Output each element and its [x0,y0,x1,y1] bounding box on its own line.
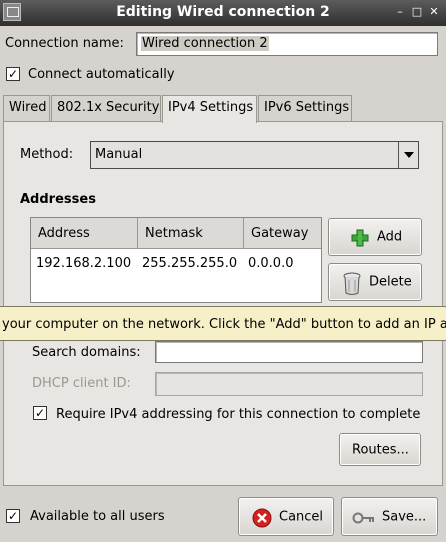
require-ipv4-checkbox[interactable]: ✓ [33,406,47,420]
checkmark-icon: ✓ [34,406,46,420]
connect-automatically-checkbox[interactable]: ✓ [6,67,20,81]
connection-name-value: Wired connection 2 [141,36,269,51]
tab-8021x-security[interactable]: 802.1x Security [51,95,161,122]
checkmark-icon: ✓ [7,509,19,523]
cancel-button[interactable]: Cancel [238,497,334,536]
search-domains-label: Search domains: [32,345,141,360]
addresses-table[interactable]: Address Netmask Gateway 192.168.2.100 25… [30,217,322,303]
add-button[interactable]: Add [328,218,422,256]
save-button-label: Save... [382,509,427,524]
connection-name-label: Connection name: [5,36,124,51]
cancel-icon [252,508,272,528]
require-ipv4-label: Require IPv4 addressing for this connect… [56,407,421,422]
tab-ipv6-settings-label: IPv6 Settings [264,100,350,115]
gateway-cell: 0.0.0.0 [248,256,294,271]
window-title: Editing Wired connection 2 [116,4,330,20]
method-value: Manual [95,147,143,162]
available-all-users-checkbox[interactable]: ✓ [6,509,20,523]
cancel-button-label: Cancel [279,509,324,524]
tooltip: your computer on the network. Click the … [0,306,446,341]
dhcp-client-id-input [155,372,423,396]
delete-button[interactable]: Delete [328,263,422,301]
available-all-users-label: Available to all users [30,509,165,524]
column-header-address[interactable]: Address [31,218,138,249]
search-domains-input[interactable] [155,341,423,363]
title-bar: Editing Wired connection 2 – □ ✕ [0,0,446,26]
add-icon [351,229,369,247]
checkmark-icon: ✓ [7,67,19,81]
connect-automatically-label: Connect automatically [28,67,175,82]
tab-wired[interactable]: Wired [3,95,50,122]
method-label: Method: [20,147,74,162]
tab-ipv6-settings[interactable]: IPv6 Settings [258,95,352,122]
ipv4-settings-panel [3,121,443,486]
method-select[interactable]: Manual [90,141,419,169]
delete-button-label: Delete [369,274,412,290]
table-row[interactable]: 192.168.2.100 255.255.255.0 0.0.0.0 [31,250,321,272]
add-button-label: Add [377,229,403,245]
minimize-icon[interactable]: – [393,5,407,19]
tab-ipv4-settings-label: IPv4 Settings [168,100,254,115]
close-icon[interactable]: ✕ [427,5,441,19]
save-button[interactable]: Save... [341,497,438,536]
key-icon [352,512,374,524]
dhcp-client-id-label: DHCP client ID: [32,376,131,391]
address-cell: 192.168.2.100 [36,256,132,271]
maximize-icon[interactable]: □ [410,5,424,19]
column-header-gateway[interactable]: Gateway [244,218,321,249]
dropdown-arrow-icon [398,142,418,168]
routes-button-label: Routes... [352,442,409,457]
tab-ipv4-settings[interactable]: IPv4 Settings [162,95,257,123]
tab-wired-label: Wired [9,100,47,115]
tab-8021x-security-label: 802.1x Security [57,100,160,115]
trash-icon [343,272,361,295]
routes-button[interactable]: Routes... [339,433,421,466]
netmask-cell: 255.255.255.0 [142,256,238,271]
addresses-heading: Addresses [20,192,96,207]
column-header-netmask[interactable]: Netmask [138,218,244,249]
connection-name-input[interactable]: Wired connection 2 [136,32,438,56]
